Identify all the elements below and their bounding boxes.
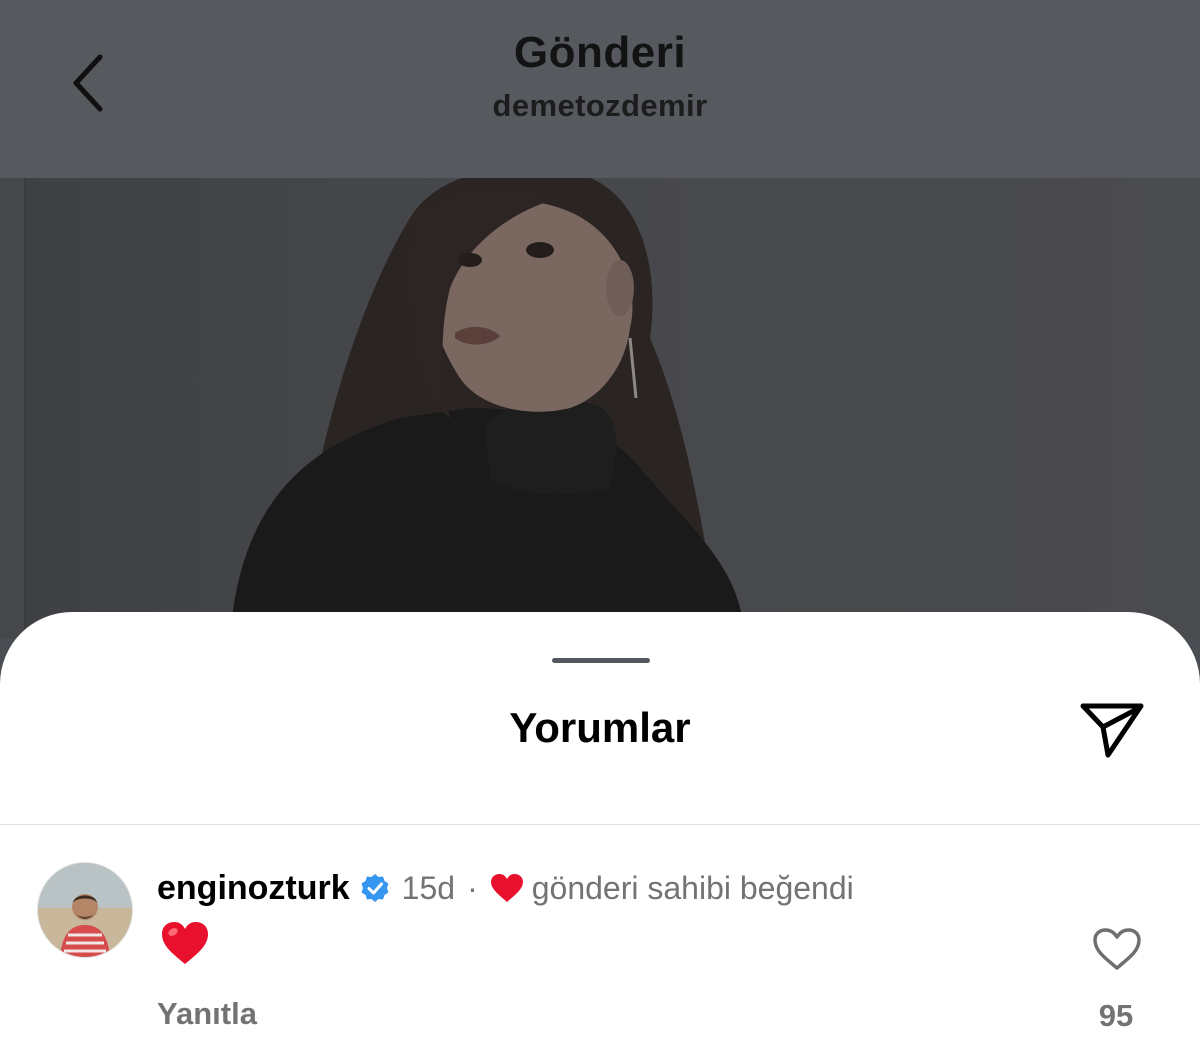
sheet-divider (0, 824, 1200, 825)
red-heart-icon (490, 873, 524, 903)
red-heart-emoji (160, 920, 210, 968)
comment-username[interactable]: enginozturk (157, 869, 350, 908)
send-icon (1080, 703, 1144, 758)
verified-badge-icon (360, 873, 390, 903)
comments-sheet: Yorumlar enginozturk 15d · gönderi sahib… (0, 612, 1200, 1054)
avatar[interactable] (37, 862, 133, 958)
reply-button[interactable]: Yanıtla (157, 996, 257, 1032)
heart-outline-icon (1093, 928, 1141, 970)
comment-header: enginozturk 15d · gönderi sahibi beğendi (157, 868, 854, 908)
like-button[interactable] (1090, 924, 1144, 974)
comments-title: Yorumlar (509, 704, 691, 751)
comment-time: 15d (401, 869, 456, 906)
share-button[interactable] (1076, 698, 1148, 762)
like-count: 95 (1098, 998, 1134, 1033)
liked-by-author-text: gönderi sahibi beğendi (531, 869, 854, 906)
separator-dot: · (467, 869, 478, 906)
account-username[interactable]: demetozdemir (0, 88, 1200, 124)
sheet-grabber[interactable] (552, 658, 650, 663)
page-title: Gönderi (513, 28, 687, 77)
post-photo (0, 178, 1200, 638)
top-header: Gönderi demetozdemir (0, 0, 1200, 178)
